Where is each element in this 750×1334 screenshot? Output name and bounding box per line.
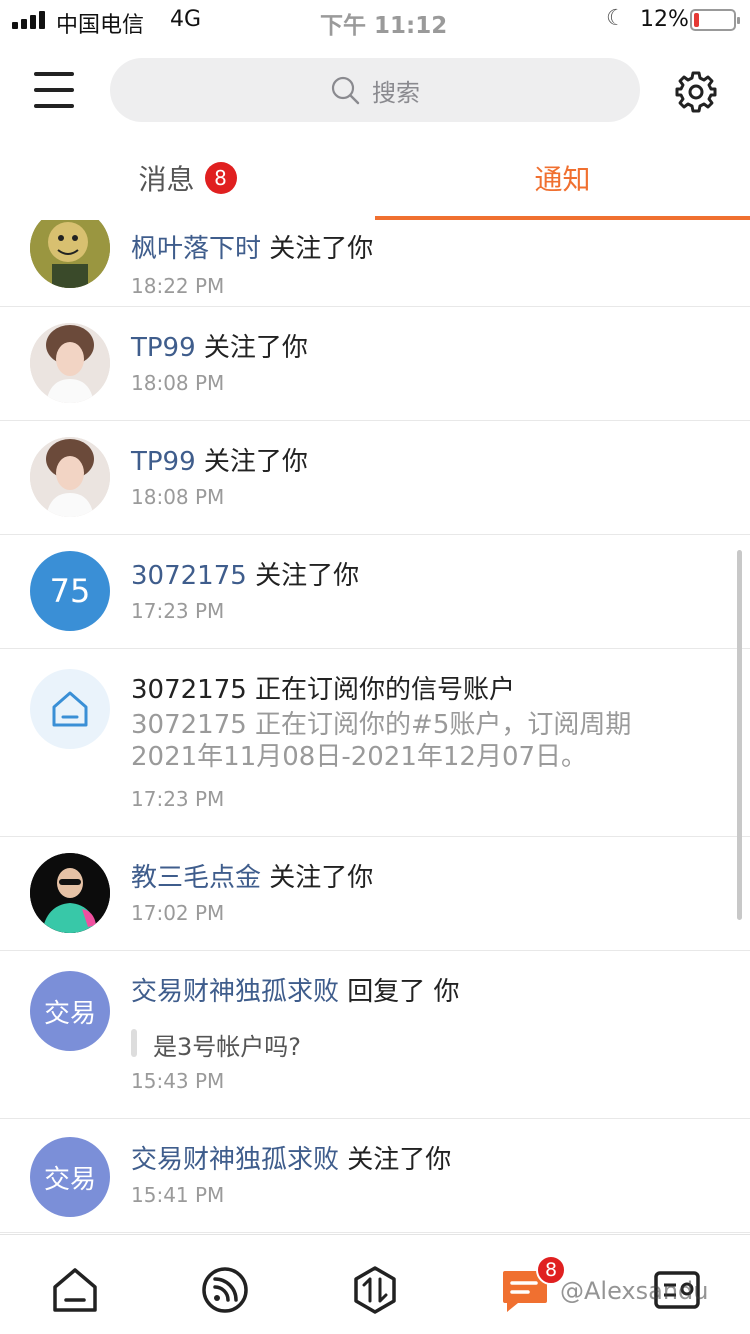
notification-description: 3072175 正在订阅你的#5账户，订阅周期2021年11月08日-2021年… (131, 710, 632, 772)
list-item[interactable]: TP99 关注了你 18:08 PM (0, 421, 750, 535)
battery-percent: 12% (640, 7, 689, 32)
action-text: 关注了你 (203, 333, 308, 363)
notification-list[interactable]: 枫叶落下时 关注了你 18:22 PM TP99 关注了你 18:08 PM T… (0, 220, 750, 1234)
list-item[interactable]: TP99 关注了你 18:08 PM (0, 307, 750, 421)
battery-icon (690, 9, 740, 31)
profile-photo-image (30, 323, 110, 403)
cartoon-avatar-image (30, 220, 110, 288)
avatar-initials: 75 (49, 572, 91, 610)
notification-text: 3072175 关注了你 (131, 555, 359, 592)
reply-quote: 是3号帐户吗? (131, 1027, 301, 1062)
avatar[interactable]: 交易 (30, 971, 110, 1051)
search-icon (331, 76, 360, 105)
avatar[interactable] (30, 853, 110, 933)
action-text: 关注了你 (347, 1145, 452, 1175)
status-bar: 中国电信 4G 下午 11:12 ☾ 12% (0, 0, 750, 40)
timestamp: 18:08 PM (131, 485, 225, 509)
username-link[interactable]: 枫叶落下时 (131, 234, 261, 264)
watermark-text: @Alexsandu (560, 1277, 709, 1305)
notification-text: 交易财神独孤求败 关注了你 (131, 1139, 451, 1176)
timestamp: 18:08 PM (131, 371, 225, 395)
search-bar[interactable]: 搜索 (110, 58, 640, 122)
avatar-initials: 交易 (43, 998, 96, 1029)
action-text: 关注了你 (269, 863, 374, 893)
notification-text: TP99 关注了你 (131, 441, 308, 478)
list-item[interactable]: 交易 交易财神独孤求败 关注了你 15:41 PM (0, 1119, 750, 1233)
carrier-name: 中国电信 (56, 13, 145, 38)
do-not-disturb-icon: ☾ (606, 6, 626, 31)
messages-badge: 8 (204, 162, 237, 194)
avatar[interactable]: 75 (30, 551, 110, 631)
menu-icon[interactable] (32, 70, 76, 110)
home-icon (52, 691, 88, 727)
timestamp: 15:41 PM (131, 1183, 225, 1207)
avatar[interactable] (30, 220, 110, 288)
nav-feed-icon[interactable] (200, 1265, 250, 1315)
timestamp: 15:43 PM (131, 1069, 225, 1093)
signal-icon (12, 11, 45, 29)
list-item[interactable]: 枫叶落下时 关注了你 18:22 PM (0, 220, 750, 307)
notification-text: TP99 关注了你 (131, 327, 308, 364)
avatar[interactable] (30, 323, 110, 403)
timestamp: 17:23 PM (131, 599, 225, 623)
settings-gear-icon[interactable] (674, 70, 718, 114)
action-text: 回复了 你 (347, 977, 460, 1007)
timestamp: 18:22 PM (131, 274, 225, 298)
avatar[interactable] (30, 437, 110, 517)
username-link[interactable]: 交易财神独孤求败 (131, 977, 339, 1007)
clock: 下午 11:12 (320, 13, 448, 39)
profile-photo-image (30, 437, 110, 517)
nav-trade-icon[interactable] (350, 1265, 400, 1315)
search-placeholder: 搜索 (372, 78, 420, 107)
avatar-initials: 交易 (43, 1164, 96, 1195)
action-text: 关注了你 (255, 561, 360, 591)
action-text: 关注了你 (203, 447, 308, 477)
notification-title: 3072175 正在订阅你的信号账户 (131, 675, 516, 705)
bottom-nav: 8 @Alexsandu (0, 1234, 750, 1334)
tab-messages-label: 消息 (138, 163, 195, 196)
avatar[interactable]: 交易 (30, 1137, 110, 1217)
list-item[interactable]: 教三毛点金 关注了你 17:02 PM (0, 837, 750, 951)
username-link[interactable]: 3072175 (131, 561, 247, 591)
username-link[interactable]: 教三毛点金 (131, 863, 261, 893)
avatar[interactable] (30, 669, 110, 749)
tab-bar: 消息 8 通知 (0, 140, 750, 220)
notification-text: 教三毛点金 关注了你 (131, 857, 373, 894)
notification-text: 枫叶落下时 关注了你 (131, 228, 373, 265)
profile-photo-image (30, 853, 110, 933)
tab-notifications-label: 通知 (534, 163, 591, 196)
tab-messages[interactable]: 消息 8 (0, 140, 375, 216)
scrollbar[interactable] (737, 550, 742, 920)
nav-home-icon[interactable] (50, 1265, 100, 1315)
list-item[interactable]: 75 3072175 关注了你 17:23 PM (0, 535, 750, 649)
username-link[interactable]: TP99 (131, 447, 196, 477)
network-type: 4G (170, 7, 202, 32)
timestamp: 17:02 PM (131, 901, 225, 925)
username-link[interactable]: TP99 (131, 333, 196, 363)
notification-text: 交易财神独孤求败 回复了 你 (131, 971, 460, 1008)
action-text: 关注了你 (269, 234, 374, 264)
list-item[interactable]: 3072175 正在订阅你的信号账户 3072175 正在订阅你的#5账户，订阅… (0, 649, 750, 837)
list-item[interactable]: 交易 交易财神独孤求败 回复了 你 是3号帐户吗? 15:43 PM (0, 951, 750, 1119)
tab-notifications[interactable]: 通知 (375, 140, 750, 216)
username-link[interactable]: 交易财神独孤求败 (131, 1145, 339, 1175)
timestamp: 17:23 PM (131, 787, 225, 811)
